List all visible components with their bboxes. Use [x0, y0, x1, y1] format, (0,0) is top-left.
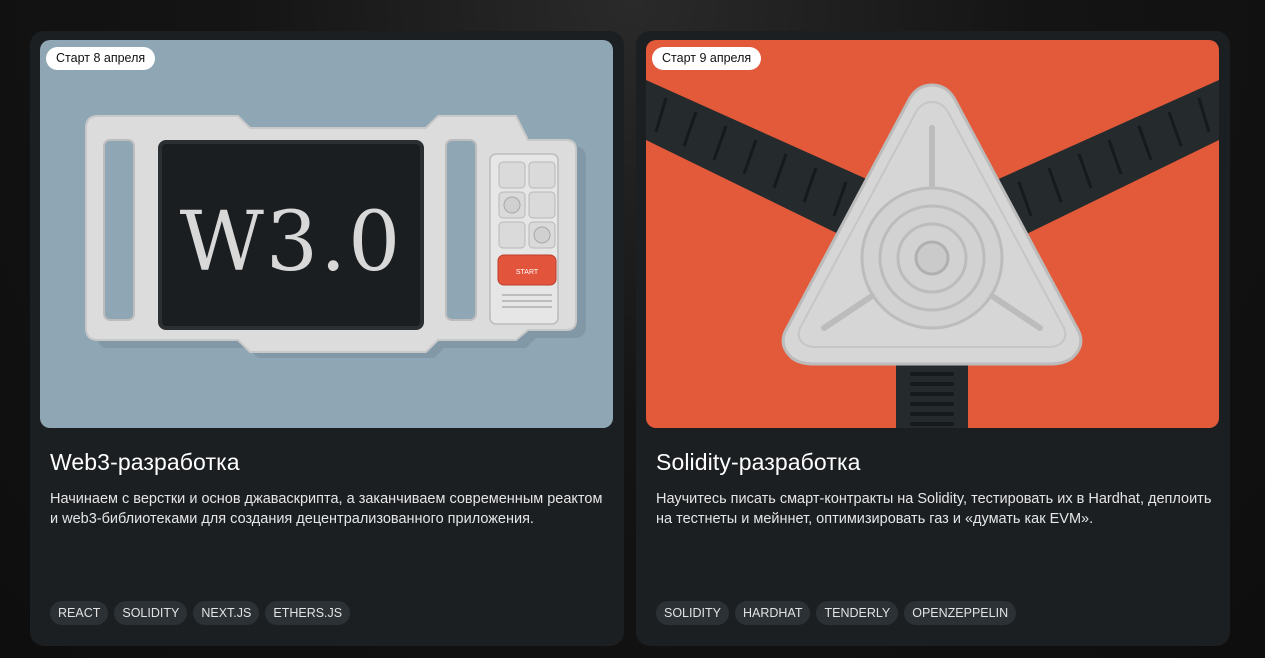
tag-solidity[interactable]: SOLIDITY: [114, 601, 188, 625]
course-title[interactable]: Web3-разработка: [50, 449, 240, 476]
device-illustration: W3.0 START: [40, 40, 613, 428]
tag-react[interactable]: REACT: [50, 601, 109, 625]
start-date-badge: Старт 9 апреля: [652, 47, 762, 70]
tag-tenderly[interactable]: TENDERLY: [816, 601, 899, 625]
course-card-solidity[interactable]: Старт 9 апреля Solidity-разработка Научи…: [636, 31, 1230, 646]
course-description: Начинаем с верстки и основ джаваскрипта,…: [50, 491, 603, 527]
course-description: Научитесь писать смарт-контракты на Soli…: [656, 491, 1212, 527]
tag-nextjs[interactable]: NEXT.JS: [193, 601, 260, 625]
tag-hardhat[interactable]: HARDHAT: [734, 601, 811, 625]
start-button-text: START: [516, 269, 539, 276]
course-card-web3[interactable]: W3.0 START Старт 8 апреля Web3-разработк…: [30, 31, 624, 646]
start-date-badge: Старт 8 апреля: [46, 47, 156, 70]
tag-solidity[interactable]: SOLIDITY: [656, 601, 729, 625]
tag-openzeppelin[interactable]: OPENZEPPELIN: [904, 601, 1017, 625]
tag-list: REACT SOLIDITY NEXT.JS ETHERS.JS: [50, 601, 351, 625]
tag-ethersjs[interactable]: ETHERS.JS: [265, 601, 351, 625]
course-title[interactable]: Solidity-разработка: [656, 449, 861, 476]
course-image-web3[interactable]: W3.0 START Старт 8 апреля: [40, 40, 613, 428]
harness-illustration: [646, 40, 1219, 428]
course-image-solidity[interactable]: Старт 9 апреля: [646, 40, 1219, 428]
tag-list: SOLIDITY HARDHAT TENDERLY OPENZEPPELIN: [656, 601, 1017, 625]
screen-text: W3.0: [180, 195, 403, 290]
